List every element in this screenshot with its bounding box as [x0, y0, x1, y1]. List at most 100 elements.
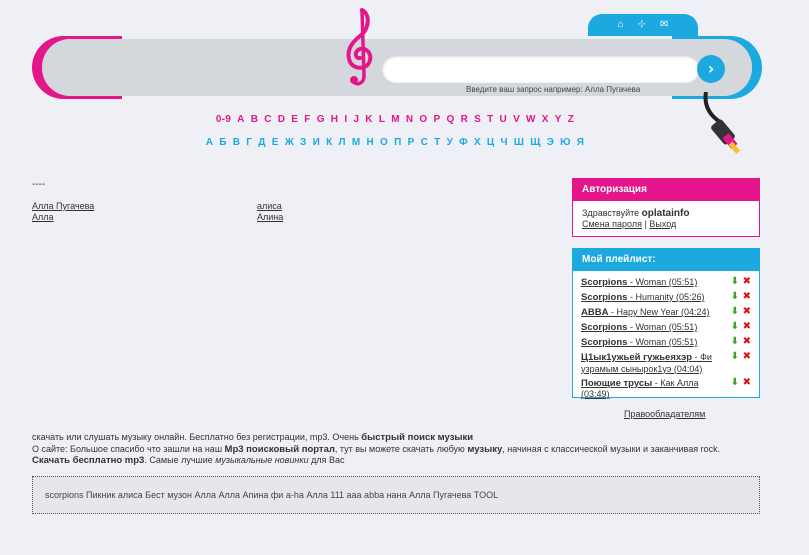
- latin-letter-link[interactable]: O: [419, 114, 427, 125]
- result-link[interactable]: Алла Пугачева: [32, 201, 94, 212]
- latin-letter-link[interactable]: T: [487, 114, 493, 125]
- cyrillic-letter-link[interactable]: Э: [547, 137, 554, 148]
- latin-letter-link[interactable]: K: [365, 114, 373, 125]
- cyrillic-letter-link[interactable]: Щ: [530, 137, 541, 148]
- home-icon[interactable]: ⌂: [618, 20, 624, 30]
- latin-letter-link[interactable]: D: [278, 114, 286, 125]
- latin-letter-link[interactable]: Z: [568, 114, 574, 125]
- treble-clef-logo[interactable]: [340, 6, 380, 90]
- latin-letter-link[interactable]: G: [317, 114, 325, 125]
- playlist-track-link[interactable]: Scorpions - Woman (05:51): [581, 337, 697, 348]
- result-link[interactable]: Алина: [257, 212, 283, 223]
- cyrillic-letter-link[interactable]: Т: [434, 137, 440, 148]
- cyrillic-letter-link[interactable]: Б: [219, 137, 227, 148]
- cyrillic-letter-link[interactable]: И: [313, 137, 321, 148]
- delete-icon[interactable]: ✖: [743, 336, 751, 348]
- change-password-link[interactable]: Смена пароля: [582, 219, 642, 229]
- search-input[interactable]: [382, 55, 700, 83]
- cyrillic-letter-link[interactable]: Ж: [285, 137, 294, 148]
- mail-icon[interactable]: ✉: [660, 20, 668, 30]
- download-icon[interactable]: ⬇: [731, 291, 739, 303]
- copyright-holders-link[interactable]: Правообладателям: [624, 409, 705, 419]
- playlist-item: Ц1ык1ужьей гужьеяхэр - Фи узрамым сыныро…: [581, 351, 751, 374]
- cyrillic-letter-link[interactable]: Ю: [560, 137, 571, 148]
- cyrillic-letter-link[interactable]: Ш: [514, 137, 524, 148]
- latin-letter-link[interactable]: W: [526, 114, 536, 125]
- playlist-track-link[interactable]: Ц1ык1ужьей гужьеяхэр - Фи узрамым сыныро…: [581, 352, 712, 374]
- cyrillic-letter-link[interactable]: Я: [577, 137, 585, 148]
- cyrillic-letter-link[interactable]: П: [394, 137, 402, 148]
- cyrillic-letter-link[interactable]: Ф: [459, 137, 468, 148]
- latin-letter-link[interactable]: M: [391, 114, 400, 125]
- download-icon[interactable]: ⬇: [731, 306, 739, 318]
- latin-letter-link[interactable]: 0-9: [216, 114, 231, 125]
- latin-letter-link[interactable]: U: [500, 114, 508, 125]
- latin-letter-link[interactable]: L: [379, 114, 385, 125]
- latin-letter-link[interactable]: A: [237, 114, 245, 125]
- cyrillic-letter-link[interactable]: М: [352, 137, 361, 148]
- cyrillic-letter-link[interactable]: О: [380, 137, 388, 148]
- delete-icon[interactable]: ✖: [743, 291, 751, 303]
- delete-icon[interactable]: ✖: [743, 377, 751, 389]
- cyrillic-letter-link[interactable]: Р: [408, 137, 415, 148]
- download-icon[interactable]: ⬇: [731, 377, 739, 389]
- download-icon[interactable]: ⬇: [731, 336, 739, 348]
- alphabet-cyrillic: АБВГДЕЖЗИКЛМНОПРСТУФХЦЧШЩЭЮЯ: [0, 137, 790, 148]
- logout-link[interactable]: Выход: [649, 219, 676, 229]
- cyrillic-letter-link[interactable]: Л: [339, 137, 346, 148]
- playlist-item: Scorpions - Woman (05:51) ⬇ ✖: [581, 321, 751, 334]
- cyrillic-letter-link[interactable]: У: [447, 137, 454, 148]
- search-button[interactable]: ›: [697, 55, 725, 83]
- cyrillic-letter-link[interactable]: З: [300, 137, 307, 148]
- cyrillic-letter-link[interactable]: Е: [272, 137, 279, 148]
- playlist-track-link[interactable]: Поющие трусы - Как Алла (03:49): [581, 378, 699, 400]
- tag-cloud: scorpions Пикник алиса Бест музон Алла А…: [32, 476, 760, 514]
- playlist-track-link[interactable]: Scorpions - Woman (05:51): [581, 277, 697, 288]
- latin-letter-link[interactable]: R: [461, 114, 469, 125]
- latin-letter-link[interactable]: P: [434, 114, 441, 125]
- playlist-track: - Hapy New Year (04:24): [608, 307, 710, 317]
- about-text-part: О сайте: Большое спасибо что зашли на на…: [32, 443, 225, 454]
- auth-panel-body: Здравствуйте oplatainfo Смена пароля | В…: [573, 201, 759, 237]
- result-link[interactable]: алиса: [257, 201, 283, 212]
- playlist-artist: Scorpions: [581, 277, 628, 288]
- cyrillic-letter-link[interactable]: С: [421, 137, 429, 148]
- delete-icon[interactable]: ✖: [743, 351, 751, 363]
- latin-letter-link[interactable]: C: [264, 114, 272, 125]
- latin-letter-link[interactable]: F: [304, 114, 310, 125]
- cyrillic-letter-link[interactable]: Д: [258, 137, 265, 148]
- playlist-track-link[interactable]: ABBA - Hapy New Year (04:24): [581, 307, 710, 318]
- latin-letter-link[interactable]: E: [291, 114, 298, 125]
- download-icon[interactable]: ⬇: [731, 351, 739, 363]
- latin-letter-link[interactable]: H: [331, 114, 339, 125]
- result-link[interactable]: Алла: [32, 212, 94, 223]
- latin-letter-link[interactable]: I: [344, 114, 347, 125]
- download-icon[interactable]: ⬇: [731, 276, 739, 288]
- cyrillic-letter-link[interactable]: Ц: [487, 137, 495, 148]
- playlist-track: - Woman (05:51): [627, 322, 698, 332]
- latin-letter-link[interactable]: B: [251, 114, 259, 125]
- latin-letter-link[interactable]: Q: [447, 114, 455, 125]
- delete-icon[interactable]: ✖: [743, 306, 751, 318]
- latin-letter-link[interactable]: S: [474, 114, 481, 125]
- playlist-track-link[interactable]: Scorpions - Humanity (05:26): [581, 292, 704, 303]
- latin-letter-link[interactable]: Y: [555, 114, 562, 125]
- cyrillic-letter-link[interactable]: Ч: [501, 137, 508, 148]
- cyrillic-letter-link[interactable]: К: [326, 137, 332, 148]
- playlist-track-link[interactable]: Scorpions - Woman (05:51): [581, 322, 698, 333]
- cyrillic-letter-link[interactable]: В: [233, 137, 241, 148]
- auth-panel-title: Авторизация: [573, 179, 759, 201]
- download-icon[interactable]: ⬇: [731, 321, 739, 333]
- sitemap-icon[interactable]: ⊹: [638, 20, 646, 30]
- greeting-text: Здравствуйте: [582, 208, 640, 218]
- cyrillic-letter-link[interactable]: Х: [474, 137, 481, 148]
- latin-letter-link[interactable]: J: [353, 114, 359, 125]
- cyrillic-letter-link[interactable]: Н: [367, 137, 375, 148]
- latin-letter-link[interactable]: V: [513, 114, 520, 125]
- delete-icon[interactable]: ✖: [743, 276, 751, 288]
- cyrillic-letter-link[interactable]: А: [206, 137, 214, 148]
- cyrillic-letter-link[interactable]: Г: [246, 137, 252, 148]
- delete-icon[interactable]: ✖: [743, 321, 751, 333]
- latin-letter-link[interactable]: N: [406, 114, 414, 125]
- latin-letter-link[interactable]: X: [542, 114, 549, 125]
